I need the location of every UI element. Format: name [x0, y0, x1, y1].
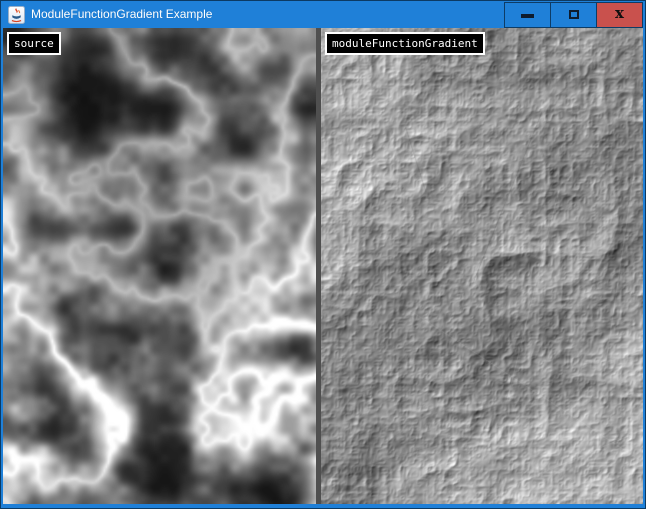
panel-source: source [3, 28, 316, 504]
close-button[interactable]: x [596, 2, 643, 28]
app-window: ModuleFunctionGradient Example x source … [0, 0, 646, 509]
image-label-gradient: moduleFunctionGradient [325, 32, 485, 55]
window-title: ModuleFunctionGradient Example [31, 1, 504, 28]
gradient-noise-image [321, 28, 643, 504]
close-icon: x [615, 6, 624, 21]
panel-gradient: moduleFunctionGradient [321, 28, 643, 504]
content-area: source moduleFunctionGradient [1, 28, 645, 504]
image-label-source: source [7, 32, 61, 55]
window-frame-bottom [1, 504, 645, 508]
source-noise-image [3, 28, 316, 504]
minimize-button[interactable] [504, 2, 551, 28]
minimize-icon [521, 14, 534, 18]
window-controls: x [504, 2, 643, 28]
maximize-button[interactable] [550, 2, 597, 28]
java-coffee-cup-icon [8, 6, 25, 24]
titlebar[interactable]: ModuleFunctionGradient Example x [1, 1, 645, 28]
maximize-icon [569, 10, 579, 19]
